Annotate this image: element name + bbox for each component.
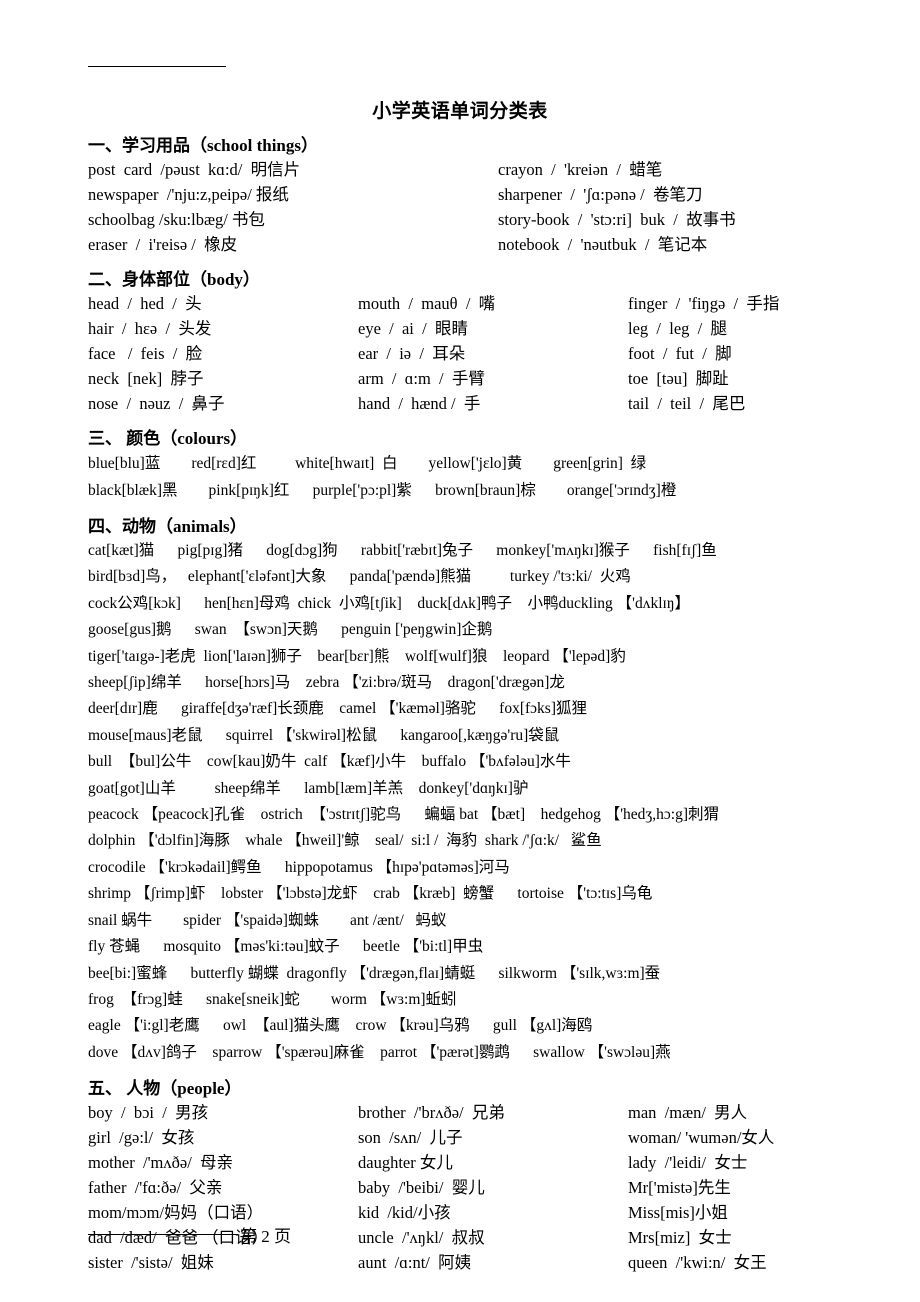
word-entry: Mr['mistə]先生: [628, 1178, 731, 1198]
word-entry: leg / leg / 腿: [628, 319, 727, 338]
table-row: mother /'mʌðə/ 母亲 daughter 女儿 lady /'lei…: [88, 1150, 832, 1175]
word-entry: mother /'mʌðə/ 母亲: [88, 1153, 234, 1173]
word-entry: sister /'sistə/ 姐妹: [88, 1253, 214, 1273]
section-people: boy / bɔi / 男孩 brother /'brʌðə/ 兄弟 man /…: [88, 1100, 832, 1275]
word-line: blue[blu]蓝 red[rɛd]红 white[hwaɪt] 白 yell…: [88, 455, 647, 472]
word-entry: baby /'beibi/ 婴儿: [358, 1178, 485, 1198]
word-entry: girl /gə:l/ 女孩: [88, 1128, 195, 1148]
word-line: cat[kæt]猫 pig[pɪg]猪 dog[dɔg]狗 rabbit['ræ…: [88, 542, 717, 559]
word-line: mouse[maus]老鼠 squirrel 【'skwirəl]松鼠 kang…: [88, 726, 560, 744]
section-heading-people: 五、 人物（people）: [88, 1079, 242, 1099]
page-footer: 第 2 页: [88, 1222, 832, 1246]
word-entry: arm / ɑ:m / 手臂: [358, 369, 485, 388]
word-line: dove 【dʌv]鸽子 sparrow 【'spærəu]麻雀 parrot …: [88, 1043, 671, 1061]
table-row: boy / bɔi / 男孩 brother /'brʌðə/ 兄弟 man /…: [88, 1100, 832, 1125]
section-heading-colours: 三、 颜色（colours）: [88, 429, 248, 448]
table-row: sister /'sistə/ 姐妹 aunt /ɑ:nt/ 阿姨 queen …: [88, 1250, 832, 1275]
word-line: deer[dɪr]鹿 giraffe[dʒə'ræf]长颈鹿 camel 【'k…: [88, 700, 587, 718]
word-entry: father /'fɑ:ðə/ 父亲: [88, 1178, 223, 1198]
word-entry: eye / ai / 眼睛: [358, 319, 468, 338]
word-entry: boy / bɔi / 男孩: [88, 1103, 209, 1123]
word-line: goat[got]山羊 sheep绵羊 lamb[læm]羊羔 donkey['…: [88, 779, 529, 797]
word-line: peacock 【peacock]孔雀 ostrich 【'ɔstrɪtʃ]驼鸟…: [88, 806, 720, 824]
table-row: post card /pəust kɑ:d/ 明信片 crayon / 'kre…: [88, 157, 832, 182]
word-line: fly 苍蝇 mosquito 【məs'ki:təu]蚊子 beetle 【'…: [88, 938, 484, 956]
header-rule: [88, 66, 226, 67]
section-body-parts: head / hed / 头 mouth / mauθ / 嘴 finger /…: [88, 291, 832, 416]
section-heading-animals: 四、动物（animals）: [88, 517, 247, 536]
word-line: crocodile 【'krɔkədail]鳄鱼 hippopotamus 【h…: [88, 858, 510, 876]
word-entry: daughter 女儿: [358, 1153, 453, 1173]
word-entry: ear / iə / 耳朵: [358, 344, 466, 363]
word-line: cock公鸡[kɔk] hen[hɛn]母鸡 chick 小鸡[tʃik] du…: [88, 594, 690, 612]
word-entry: son /sʌn/ 儿子: [358, 1128, 463, 1148]
word-line: goose[gus]鹅 swan 【swɔn]天鹅 penguin ['peŋg…: [88, 621, 493, 639]
table-row: eraser / i'reisə / 橡皮 notebook / 'nəutbu…: [88, 232, 832, 257]
word-line: shrimp 【ʃrimp]虾 lobster 【'lɔbstə]龙虾 crab…: [88, 885, 653, 903]
word-entry: toe [təu] 脚趾: [628, 369, 729, 388]
word-line: dolphin 【'dɔlfin]海豚 whale 【hweil]'鲸 seal…: [88, 832, 602, 850]
word-entry: newspaper /'nju:z,peipə/ 报纸: [88, 185, 289, 204]
word-entry: sharpener / 'ʃɑ:pənə / 卷笔刀: [498, 185, 703, 204]
word-entry: post card /pəust kɑ:d/ 明信片: [88, 160, 301, 179]
word-line: tiger['taɪgə-]老虎 lion['laɪən]狮子 bear[bɛr…: [88, 647, 626, 665]
word-entry: brother /'brʌðə/ 兄弟: [358, 1103, 505, 1123]
word-entry: mouth / mauθ / 嘴: [358, 294, 496, 313]
word-entry: story-book / 'stɔ:ri] buk / 故事书: [498, 210, 736, 229]
footer-rule: [88, 1234, 238, 1235]
section-heading-body: 二、身体部位（body）: [88, 270, 260, 289]
word-entry: hair / hɛə / 头发: [88, 319, 212, 338]
page-title: 小学英语单词分类表: [372, 101, 548, 122]
word-entry: head / hed / 头: [88, 294, 202, 313]
word-entry: schoolbag /sku:lbæg/ 书包: [88, 210, 265, 229]
table-row: father /'fɑ:ðə/ 父亲 baby /'beibi/ 婴儿 Mr['…: [88, 1175, 832, 1200]
word-line: eagle 【'i:gl]老鹰 owl 【aul]猫头鹰 crow 【krəu]…: [88, 1017, 593, 1035]
table-row: face / feis / 脸 ear / iə / 耳朵 foot / fut…: [88, 341, 832, 366]
section-animals: cat[kæt]猫 pig[pɪg]猪 dog[dɔg]狗 rabbit['ræ…: [88, 538, 832, 1066]
word-line: bull 【bul]公牛 cow[kau]奶牛 calf 【kæf]小牛 buf…: [88, 753, 571, 771]
table-row: girl /gə:l/ 女孩 son /sʌn/ 儿子 woman/ 'wumə…: [88, 1125, 832, 1150]
table-row: schoolbag /sku:lbæg/ 书包 story-book / 'st…: [88, 207, 832, 232]
word-line: bee[bi:]蜜蜂 butterfly 蝴蝶 dragonfly 【'dræg…: [88, 964, 661, 982]
word-line: frog 【frɔg]蛙 snake[sneik]蛇 worm 【wɜ:m]蚯蚓: [88, 990, 457, 1008]
word-entry: crayon / 'kreiən / 蜡笔: [498, 160, 663, 179]
word-entry: neck [nek] 脖子: [88, 369, 204, 388]
word-entry: finger / 'fiŋgə / 手指: [628, 294, 780, 313]
word-entry: woman/ 'wumən/女人: [628, 1128, 775, 1148]
table-row: head / hed / 头 mouth / mauθ / 嘴 finger /…: [88, 291, 832, 316]
word-line: bird[bɜd]鸟， elephant['ɛləfənt]大象 panda['…: [88, 568, 631, 586]
table-row: neck [nek] 脖子 arm / ɑ:m / 手臂 toe [təu] 脚…: [88, 366, 832, 391]
word-entry: nose / nəuz / 鼻子: [88, 394, 225, 413]
table-row: nose / nəuz / 鼻子 hand / hænd / 手 tail / …: [88, 391, 832, 416]
word-entry: tail / teil / 尾巴: [628, 394, 746, 413]
word-line: snail 蜗牛 spider 【'spaidə]蜘蛛 ant /ænt/ 蚂蚁: [88, 911, 447, 929]
section-colours: blue[blu]蓝 red[rɛd]红 white[hwaɪt] 白 yell…: [88, 450, 832, 504]
page-number: 第 2 页: [240, 1227, 291, 1246]
word-entry: eraser / i'reisə / 橡皮: [88, 235, 238, 254]
section-heading-school-things: 一、学习用品（school things）: [88, 136, 318, 155]
word-line: sheep[ʃip]绵羊 horse[hɔrs]马 zebra 【'zi:brə…: [88, 674, 565, 692]
word-entry: lady /'leidi/ 女士: [628, 1153, 748, 1173]
table-row: newspaper /'nju:z,peipə/ 报纸 sharpener / …: [88, 182, 832, 207]
word-entry: notebook / 'nəutbuk / 笔记本: [498, 235, 708, 254]
table-row: hair / hɛə / 头发 eye / ai / 眼睛 leg / leg …: [88, 316, 832, 341]
word-entry: queen /'kwi:n/ 女王: [628, 1253, 767, 1273]
word-line: black[blæk]黑 pink[pɪŋk]红 purple['pɔ:pl]紫…: [88, 482, 677, 499]
word-entry: man /mæn/ 男人: [628, 1103, 748, 1123]
word-entry: face / feis / 脸: [88, 344, 203, 363]
word-entry: hand / hænd / 手: [358, 394, 481, 413]
word-entry: foot / fut / 脚: [628, 344, 732, 363]
section-school-things: post card /pəust kɑ:d/ 明信片 crayon / 'kre…: [88, 157, 832, 257]
document-page: 小学英语单词分类表 一、学习用品（school things） post car…: [0, 0, 920, 1302]
word-entry: aunt /ɑ:nt/ 阿姨: [358, 1253, 472, 1273]
